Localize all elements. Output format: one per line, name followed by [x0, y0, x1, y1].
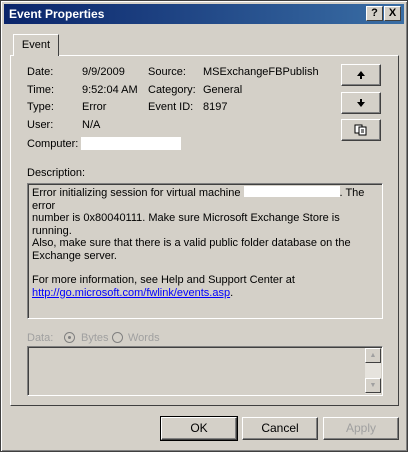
eventid-value: 8197	[203, 101, 228, 113]
computer-value-redacted	[81, 137, 181, 150]
event-properties-window: Event Properties ? X Event Date: 9/9/200…	[0, 0, 408, 452]
arrow-up-icon	[357, 71, 365, 79]
type-value: Error	[82, 101, 107, 113]
computer-label: Computer:	[27, 138, 79, 150]
description-link-line: http://go.microsoft.com/fwlink/events.as…	[32, 287, 378, 300]
scroll-down-button[interactable]: ▼	[365, 378, 381, 393]
description-box[interactable]: Error initializing session for virtual m…	[27, 183, 383, 319]
date-value: 9/9/2009	[82, 66, 125, 78]
description-line-1: Error initializing session for virtual m…	[32, 186, 378, 212]
date-label: Date:	[27, 66, 54, 78]
user-value: N/A	[82, 119, 101, 131]
scroll-up-button[interactable]: ▲	[365, 348, 381, 363]
title-bar[interactable]: Event Properties ? X	[4, 4, 404, 24]
eventid-label: Event ID:	[148, 101, 194, 113]
description-line-2: number is 0x80040111. Make sure Microsof…	[32, 212, 340, 237]
tab-event[interactable]: Event	[13, 34, 59, 56]
user-label: User:	[27, 119, 54, 131]
copy-button[interactable]	[341, 119, 381, 141]
bytes-radio[interactable]	[64, 332, 75, 343]
vm-name-redacted	[243, 186, 340, 197]
category-value: General	[203, 84, 243, 96]
next-event-button[interactable]	[341, 92, 381, 114]
data-box[interactable]: ▲ ▼	[27, 346, 383, 396]
time-label: Time:	[27, 84, 55, 96]
help-link[interactable]: http://go.microsoft.com/fwlink/events.as…	[32, 287, 230, 299]
type-label: Type:	[27, 101, 54, 113]
apply-button[interactable]: Apply	[323, 417, 399, 440]
description-label: Description:	[27, 167, 86, 179]
words-label: Words	[128, 332, 160, 344]
previous-event-button[interactable]	[341, 64, 381, 86]
time-value: 9:52:04 AM	[82, 84, 138, 96]
data-scrollbar[interactable]: ▲ ▼	[365, 348, 381, 394]
link-suffix: .	[230, 286, 234, 299]
cancel-button[interactable]: Cancel	[242, 417, 318, 440]
bytes-label: Bytes	[81, 332, 109, 344]
description-line-5: For more information, see Help and Suppo…	[32, 274, 295, 286]
words-radio[interactable]	[112, 332, 123, 343]
source-label: Source:	[148, 66, 186, 78]
ok-button[interactable]: OK	[160, 416, 238, 441]
window-title: Event Properties	[9, 7, 105, 21]
source-value: MSExchangeFBPublish	[203, 66, 319, 78]
description-line-3: Also, make sure that there is a valid pu…	[32, 237, 351, 249]
tab-event-label: Event	[21, 39, 51, 51]
data-label: Data:	[27, 332, 54, 344]
copy-icon	[354, 124, 367, 136]
help-button[interactable]: ?	[366, 6, 383, 21]
description-line-4: Exchange server.	[32, 249, 117, 262]
category-label: Category:	[148, 84, 196, 96]
arrow-down-icon	[357, 99, 365, 107]
close-button[interactable]: X	[384, 6, 401, 21]
description-line-1-pre: Error initializing session for virtual m…	[32, 187, 241, 199]
